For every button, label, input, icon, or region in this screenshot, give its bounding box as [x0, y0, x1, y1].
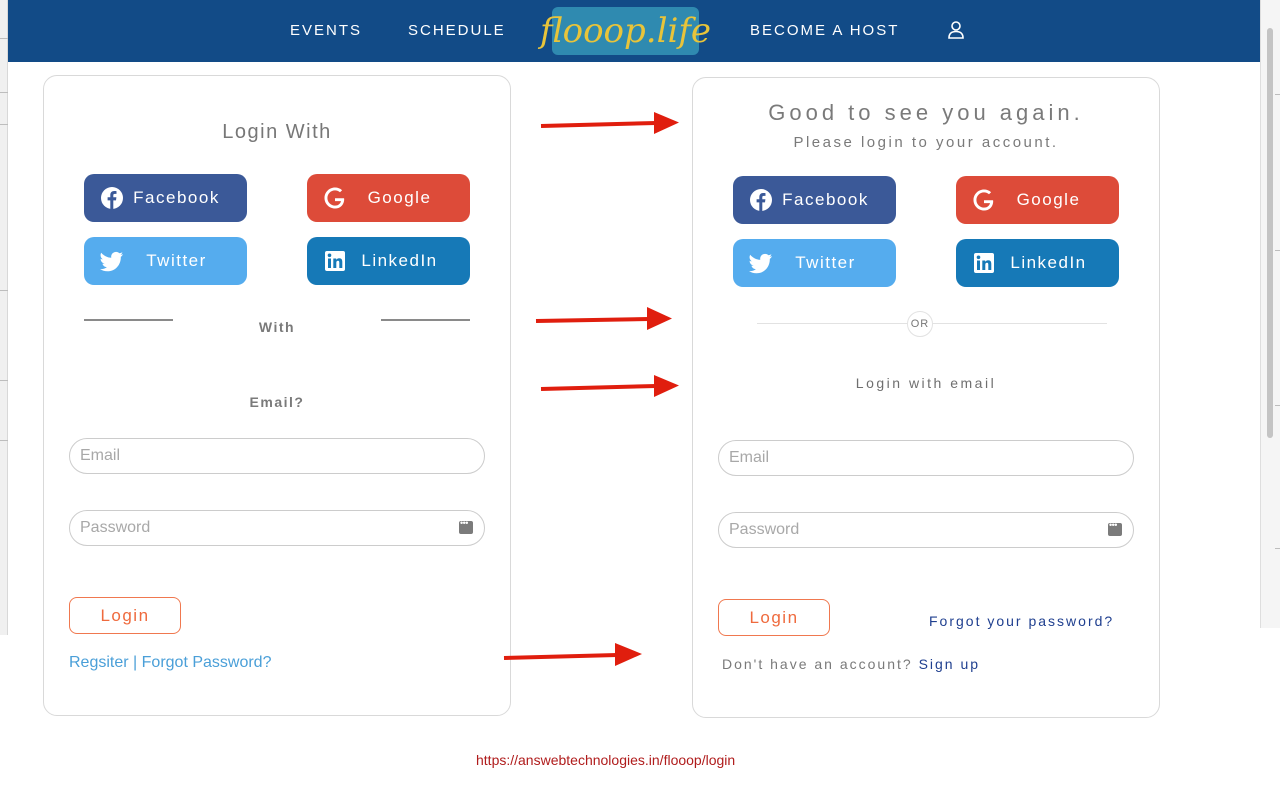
email-question-label: Email? [249, 394, 305, 410]
google-icon [973, 189, 994, 211]
facebook-login-button[interactable]: Facebook [733, 176, 896, 224]
login-card-old: Login With Facebook Google Twitter Linke… [43, 75, 511, 716]
linkedin-login-button[interactable]: LinkedIn [307, 237, 470, 285]
login-button[interactable]: Login [718, 599, 830, 636]
password-placeholder: Password [729, 521, 800, 538]
welcome-subtitle: Please login to your account. [793, 134, 1059, 151]
scrollbar[interactable] [1260, 0, 1280, 628]
facebook-icon [750, 189, 772, 211]
nav-become-host[interactable]: BECOME A HOST [750, 22, 899, 39]
twitter-icon [100, 251, 123, 272]
password-input[interactable]: Password [69, 510, 485, 546]
nav-schedule[interactable]: SCHEDULE [408, 22, 506, 39]
linkedin-icon [325, 251, 345, 271]
email-placeholder: Email [80, 447, 121, 464]
email-input[interactable]: Email [69, 438, 485, 474]
facebook-login-button[interactable]: Facebook [84, 174, 247, 222]
facebook-icon [101, 187, 123, 209]
login-button[interactable]: Login [69, 597, 181, 634]
scrollbar-thumb[interactable] [1267, 28, 1273, 438]
annotation-arrow-icon [540, 112, 679, 134]
user-icon[interactable] [946, 20, 966, 40]
annotation-arrow-icon [540, 375, 679, 397]
source-url-caption: https://answebtechnologies.in/flooop/log… [476, 752, 736, 768]
logo-text: flooop.life [539, 11, 712, 51]
email-placeholder: Email [729, 449, 770, 466]
site-logo[interactable]: flooop.life [540, 7, 711, 55]
register-link[interactable]: Regsiter [69, 654, 129, 671]
password-key-icon[interactable] [459, 518, 473, 534]
with-label: With [258, 319, 296, 335]
google-login-button[interactable]: Google [307, 174, 470, 222]
nav-events[interactable]: EVENTS [290, 22, 362, 39]
screenshot-stage: EVENTS SCHEDULE flooop.life BECOME A HOS… [0, 0, 1280, 800]
forgot-password-link[interactable]: Forgot Password? [142, 654, 272, 671]
no-account-text: Don't have an account? [722, 656, 913, 672]
link-separator: | [133, 654, 138, 671]
top-navbar: EVENTS SCHEDULE flooop.life BECOME A HOS… [8, 0, 1260, 62]
login-with-heading: Login With [222, 121, 332, 143]
login-card-new: Good to see you again. Please login to y… [692, 77, 1160, 718]
google-icon [324, 187, 345, 209]
signup-link[interactable]: Sign up [919, 656, 980, 672]
google-login-button[interactable]: Google [956, 176, 1119, 224]
twitter-login-button[interactable]: Twitter [733, 239, 896, 287]
annotation-arrow-icon [535, 307, 672, 330]
email-input[interactable]: Email [718, 440, 1134, 476]
twitter-icon [749, 253, 772, 274]
forgot-password-link[interactable]: Forgot your password? [929, 613, 1114, 629]
welcome-heading: Good to see you again. [768, 100, 1084, 125]
login-with-email-label: Login with email [855, 375, 997, 391]
password-input[interactable]: Password [718, 512, 1134, 548]
twitter-login-button[interactable]: Twitter [84, 237, 247, 285]
linkedin-icon [974, 253, 994, 273]
annotation-arrow-icon [503, 643, 642, 666]
or-badge: OR [907, 311, 933, 337]
window-edge [0, 0, 8, 635]
register-forgot-links: Regsiter | Forgot Password? [69, 654, 271, 672]
password-placeholder: Password [80, 519, 151, 536]
signup-row: Don't have an account? Sign up [722, 656, 980, 672]
linkedin-login-button[interactable]: LinkedIn [956, 239, 1119, 287]
password-key-icon[interactable] [1108, 520, 1122, 536]
